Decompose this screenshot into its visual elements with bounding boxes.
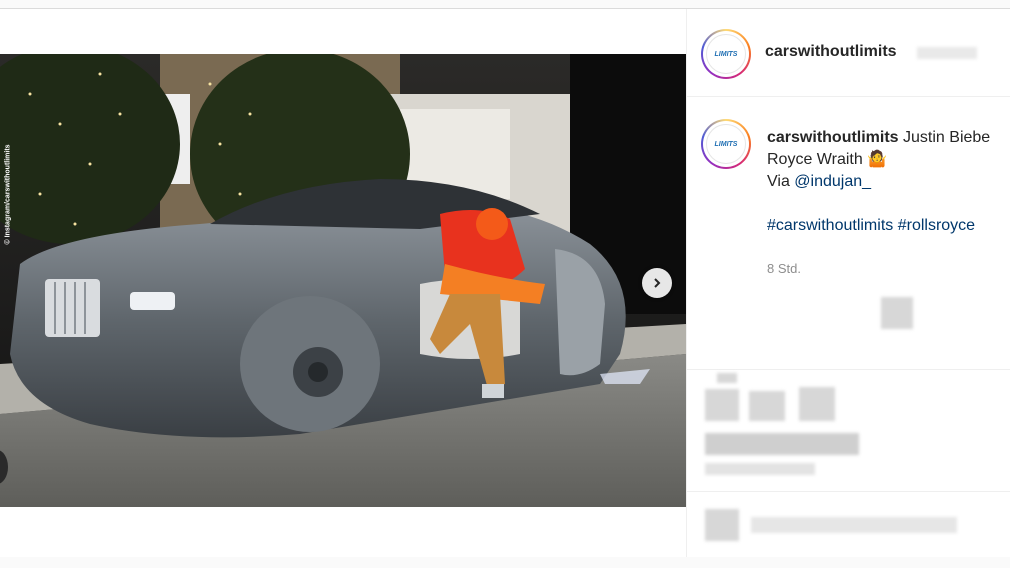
chevron-right-icon — [654, 278, 661, 288]
brand-logo-icon: LIMITS — [706, 124, 746, 164]
car-photo — [0, 54, 686, 507]
post-caption: carswithoutlimits Justin Biebe Royce Wra… — [767, 127, 1010, 237]
caption-text-line1: Justin Biebe — [903, 129, 991, 146]
blurred-like-icon[interactable] — [881, 297, 913, 329]
post-time: 8 Std. — [767, 261, 801, 276]
post-sidebar: LIMITS carswithoutlimits LIMITS carswith… — [686, 9, 1010, 557]
blurred-emoji-icon[interactable] — [705, 509, 739, 541]
follow-button[interactable] — [917, 47, 977, 59]
photo-watermark: © Instagram/carswithoutlimits — [4, 144, 12, 245]
post-username[interactable]: carswithoutlimits — [765, 43, 897, 61]
post-media: © Instagram/carswithoutlimits — [0, 9, 686, 557]
blurred-comment-input[interactable] — [751, 517, 957, 533]
avatar[interactable]: LIMITS — [701, 29, 751, 79]
caption-username[interactable]: carswithoutlimits — [767, 129, 899, 146]
blurred-timestamp — [705, 463, 815, 475]
post-photo[interactable]: © Instagram/carswithoutlimits — [0, 54, 686, 507]
divider — [687, 369, 1010, 370]
hashtag-link[interactable]: #carswithoutlimits — [767, 217, 893, 234]
caption-text-line2: Royce Wraith 🤷 — [767, 151, 888, 168]
blurred-likes-count — [705, 433, 859, 455]
caption-mention[interactable]: @indujan_ — [794, 173, 871, 190]
post-header: LIMITS carswithoutlimits — [687, 9, 1010, 97]
caption-via: Via — [767, 173, 795, 190]
blurred-action-icon[interactable] — [705, 389, 739, 421]
instagram-post-frame: © Instagram/carswithoutlimits LIMITS car… — [0, 8, 1010, 557]
caption-avatar[interactable]: LIMITS — [701, 119, 751, 169]
brand-logo-icon: LIMITS — [706, 34, 746, 74]
divider — [687, 491, 1010, 492]
hashtag-link[interactable]: #rollsroyce — [898, 217, 975, 234]
blurred-element — [717, 373, 737, 383]
blurred-action-icon[interactable] — [799, 387, 835, 421]
next-slide-button[interactable] — [642, 268, 672, 298]
blurred-action-icon[interactable] — [749, 391, 785, 421]
